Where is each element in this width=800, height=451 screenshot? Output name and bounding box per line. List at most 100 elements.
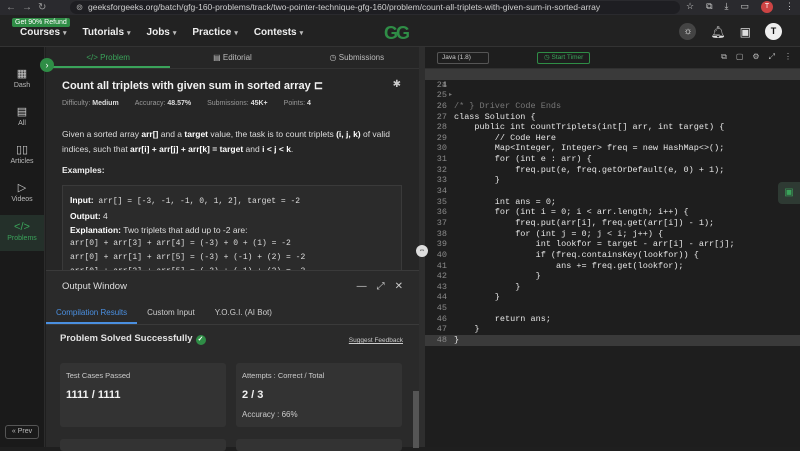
chevron-down-icon: ▾ <box>63 30 67 37</box>
nav-jobs[interactable]: Jobs ▾ <box>147 27 177 38</box>
minimize-icon[interactable]: — <box>357 281 367 292</box>
fullscreen-icon[interactable]: ⤢ <box>377 281 385 292</box>
line-number: 27 <box>436 111 447 122</box>
book-icon: ▯▯ <box>15 144 29 156</box>
close-icon[interactable]: ✕ <box>395 281 403 292</box>
examples-heading: Examples: <box>62 165 105 175</box>
next-stat-card <box>60 439 226 451</box>
sidebar-item-dash[interactable]: ▦ Dash <box>0 67 44 93</box>
address-bar[interactable]: ⊚ geeksforgeeks.org/batch/gfg-160-proble… <box>70 1 680 14</box>
example-line: arr[0] + arr[3] + arr[4] = (-3) + 0 + (1… <box>70 239 291 248</box>
translate-icon[interactable]: ▣ <box>740 25 751 39</box>
code-line: 37 freq.put(arr[i], freq.get(arr[i]) - 1… <box>425 218 800 229</box>
check-circle-icon: ✓ <box>195 335 206 345</box>
gfg-logo[interactable]: GG <box>384 23 410 44</box>
chat-icon[interactable]: ▣ <box>778 182 800 204</box>
reset-icon[interactable]: ▢ <box>736 52 744 62</box>
code-line: 29 // Code Here <box>425 133 800 144</box>
output-tabs: Compilation Results Custom Input Y.O.G.I… <box>46 301 419 325</box>
line-number: 44 <box>436 292 447 303</box>
refund-badge[interactable]: Get 90% Refund <box>12 18 70 27</box>
nav-courses[interactable]: Courses ▾ <box>20 27 67 38</box>
code-line: 43 } <box>425 282 800 293</box>
nav-contests[interactable]: Contests ▾ <box>254 27 303 38</box>
line-number: 46 <box>436 313 447 324</box>
report-bug-icon[interactable]: ✱ <box>393 79 401 90</box>
code-line: 30 Map<Integer, Integer> freq = new Hash… <box>425 143 800 154</box>
code-line: 27 class Solution { <box>425 112 800 123</box>
user-avatar[interactable]: T <box>765 23 782 40</box>
prev-button[interactable]: « Prev <box>5 425 39 439</box>
notification-bell-icon[interactable]: 🔔︎ <box>710 25 725 39</box>
code-line: 32 freq.put(e, freq.getOrDefault(e, 0) +… <box>425 165 800 176</box>
accuracy: Accuracy: 48.57% <box>134 100 192 107</box>
code-line: 39 int lookfor = target - arr[i] - arr[j… <box>425 239 800 250</box>
bookmark-icon[interactable]: ⊏ <box>314 80 323 92</box>
extensions-icon[interactable]: ⧉ <box>706 1 712 13</box>
suggest-feedback-link[interactable]: Suggest Feedback <box>349 337 403 344</box>
output-window: Output Window — ⤢ ✕ Compilation Results … <box>46 270 419 451</box>
code-line: 24 <box>425 80 800 91</box>
sidebar-item-all[interactable]: ▤ All <box>0 105 44 131</box>
tab-submissions[interactable]: ◷ Submissions <box>295 47 419 68</box>
example-output: Output: 4 <box>70 211 108 221</box>
nav-practice[interactable]: Practice ▾ <box>192 27 237 38</box>
line-number: 47 <box>436 324 447 335</box>
code-text: class Solution { <box>454 111 536 122</box>
language-select[interactable]: Java (1.8) <box>437 52 489 64</box>
line-number: 24 <box>436 79 447 90</box>
code-line: 48} <box>425 335 800 346</box>
split-view-icon[interactable]: ▭ <box>740 1 749 13</box>
sidebar-item-videos[interactable]: ▷ Videos <box>0 181 44 207</box>
sidebar-item-problems[interactable]: </> Problems <box>0 215 44 251</box>
code-line: 34 <box>425 186 800 197</box>
accuracy-stat: Accuracy : 66% <box>242 410 298 419</box>
code-line: 47 } <box>425 324 800 335</box>
clock-icon: ◷ <box>329 53 339 62</box>
tab-editorial[interactable]: ▤ Editorial <box>170 47 294 68</box>
resize-handle-icon[interactable]: ⇔ <box>416 245 428 257</box>
expand-sidebar-icon[interactable]: › <box>40 58 54 72</box>
sidebar-item-articles[interactable]: ▯▯ Articles <box>0 143 44 169</box>
browser-nav-icons[interactable]: ←→↻ <box>6 2 52 13</box>
browser-menu-icon[interactable]: ⋮ <box>785 1 794 13</box>
line-number: 48 <box>436 335 447 346</box>
downloads-icon[interactable]: ⤓ <box>725 1 729 13</box>
tab-problem[interactable]: </> Problem <box>46 47 171 68</box>
code-icon: </> <box>14 221 30 233</box>
problem-title: Count all triplets with given sum in sor… <box>62 80 324 92</box>
bookmark-star-icon[interactable]: ☆ <box>686 1 694 13</box>
line-number: 32 <box>436 164 447 175</box>
copy-icon[interactable]: ⧉ <box>721 52 727 62</box>
settings-gear-icon[interactable]: ⚙ <box>752 52 759 62</box>
code-line: 28 public int countTriplets(int[] arr, i… <box>425 122 800 133</box>
browser-profile-avatar[interactable]: T <box>761 1 773 13</box>
code-text: ans += freq.get(lookfor); <box>454 260 684 271</box>
more-icon[interactable]: ⋮ <box>784 52 792 62</box>
url-text: geeksforgeeks.org/batch/gfg-160-problems… <box>88 2 601 12</box>
line-number: 31 <box>436 154 447 165</box>
line-number: 41 <box>436 260 447 271</box>
tab-custom-input[interactable]: Custom Input <box>137 301 205 324</box>
expand-icon[interactable]: ⤢ <box>769 52 775 62</box>
tab-yogi-ai-bot[interactable]: Y.O.G.I. (AI Bot) <box>205 301 282 324</box>
nav-tutorials[interactable]: Tutorials ▾ <box>83 27 131 38</box>
code-text: } <box>454 281 521 292</box>
result-status: Problem Solved Successfully ✓ <box>60 333 206 345</box>
code-text: freq.put(e, freq.getOrDefault(e, 0) + 1)… <box>454 164 725 175</box>
code-line: 40 if (freq.containsKey(lookfor)) { <box>425 250 800 261</box>
start-timer-button[interactable]: ◷ Start Timer <box>537 52 591 64</box>
line-number: 39 <box>436 239 447 250</box>
output-window-controls: — ⤢ ✕ <box>357 281 403 292</box>
site-info-icon[interactable]: ⊚ <box>76 1 83 14</box>
code-text: int ans = 0; <box>454 196 557 207</box>
line-number: 29 <box>436 132 447 143</box>
example-box: Input: arr[] = [-3, -1, -1, 0, 1, 2], ta… <box>62 185 402 275</box>
header-actions: ☼ 🔔︎ ▣ T <box>679 23 782 40</box>
code-text: freq.put(arr[i], freq.get(arr[i]) - 1); <box>454 217 715 228</box>
theme-toggle-icon[interactable]: ☼ <box>679 23 697 40</box>
code-area[interactable]: 1 ▸ /* } Driver Code Ends 24 25 26 27 class … <box>425 69 800 346</box>
code-editor-panel: Java (1.8) ◷ Start Timer ⧉ ▢ ⚙ ⤢ ⋮ 1 ▸ /… <box>425 47 800 447</box>
tab-compilation-results[interactable]: Compilation Results <box>46 301 138 324</box>
test-cases-label: Test Cases Passed <box>66 371 131 380</box>
